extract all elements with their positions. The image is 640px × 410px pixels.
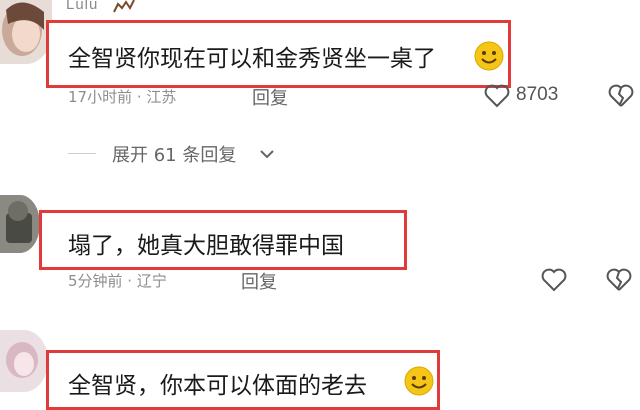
heart-icon[interactable]: [484, 84, 510, 112]
avatar-image: [0, 0, 52, 64]
divider: [68, 153, 96, 154]
comment-text: 塌了，她真大胆敢得罪中国: [68, 233, 344, 259]
broken-heart-icon[interactable]: [606, 268, 632, 296]
comment-meta: 5分钟前 · 辽宁: [68, 272, 167, 290]
comment-meta: 17小时前 · 江苏: [68, 88, 177, 106]
chevron-down-icon[interactable]: [258, 146, 276, 165]
avatar[interactable]: [0, 0, 52, 64]
reply-button[interactable]: 回复: [252, 84, 288, 110]
deer-badge-icon: [112, 0, 136, 18]
reply-button[interactable]: 回复: [241, 268, 277, 294]
smile-emoji-icon: [474, 41, 504, 75]
avatar-image: [0, 195, 40, 253]
like-count: 8703: [516, 84, 559, 105]
comment-text: 全智贤你现在可以和金秀贤坐一桌了: [68, 46, 436, 72]
expand-replies-link[interactable]: 展开 61 条回复: [112, 141, 236, 167]
smile-emoji-icon: [404, 366, 434, 400]
avatar[interactable]: [0, 330, 48, 392]
heart-icon[interactable]: [541, 268, 567, 296]
comment-text: 全智贤，你本可以体面的老去: [68, 373, 367, 399]
broken-heart-icon[interactable]: [608, 84, 634, 112]
username[interactable]: Lulu: [66, 0, 98, 13]
avatar-image: [0, 330, 48, 392]
avatar[interactable]: [0, 195, 40, 253]
